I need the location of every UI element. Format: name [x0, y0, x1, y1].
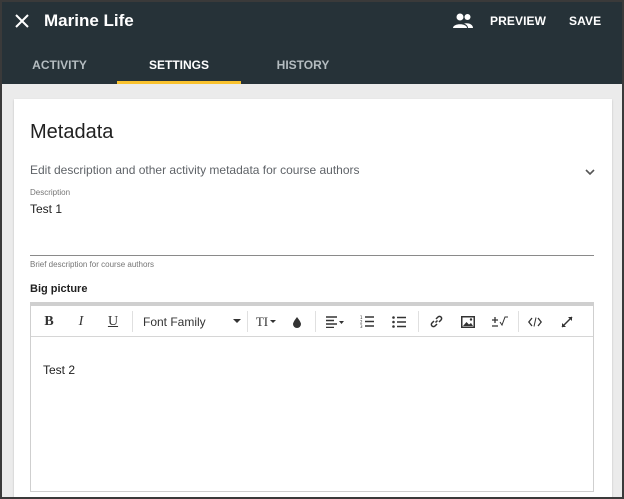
- fullscreen-icon: [561, 316, 573, 327]
- toolbar-divider: [418, 311, 419, 332]
- svg-text:3: 3: [360, 324, 363, 328]
- underline-button[interactable]: U: [101, 306, 125, 337]
- editor-toolbar: B I U Font Family TI 1 2 3: [31, 306, 593, 337]
- chevron-down-icon: [270, 320, 277, 323]
- rich-text-editor: B I U Font Family TI 1 2 3 Test 2: [30, 302, 594, 492]
- align-icon: [326, 315, 344, 328]
- equation-button[interactable]: [487, 306, 513, 337]
- code-icon: [528, 316, 542, 327]
- text-color-button[interactable]: [286, 306, 308, 337]
- tab-settings[interactable]: SETTINGS: [117, 46, 241, 84]
- align-button[interactable]: [321, 306, 349, 337]
- chevron-down-icon[interactable]: [583, 165, 597, 179]
- font-size-icon: TI: [255, 313, 269, 329]
- active-tab-indicator: [117, 81, 241, 84]
- description-hint: Brief description for course authors: [30, 260, 155, 269]
- metadata-card: Metadata Edit description and other acti…: [14, 99, 612, 497]
- ordered-list-icon: 123: [360, 315, 374, 328]
- page-title: Marine Life: [44, 11, 134, 30]
- toolbar-divider: [247, 311, 248, 332]
- chevron-down-icon: [233, 319, 241, 323]
- tab-bar: ACTIVITY SETTINGS HISTORY: [2, 46, 622, 84]
- ordered-list-button[interactable]: 123: [354, 306, 380, 337]
- image-icon: [461, 315, 475, 328]
- big-picture-label: Big picture: [30, 283, 88, 295]
- bold-button[interactable]: B: [37, 306, 61, 337]
- description-label: Description: [30, 188, 71, 197]
- preview-button[interactable]: PREVIEW: [490, 14, 546, 28]
- editor-content[interactable]: Test 2: [31, 337, 593, 492]
- description-value: Test 1: [30, 202, 63, 216]
- text-color-icon: [293, 316, 301, 328]
- unordered-list-button[interactable]: [386, 306, 412, 337]
- close-button[interactable]: [11, 10, 33, 32]
- description-underline: [30, 255, 594, 256]
- close-icon: [15, 14, 29, 28]
- tab-activity[interactable]: ACTIVITY: [2, 46, 117, 84]
- tab-history[interactable]: HISTORY: [241, 46, 365, 84]
- app-header: Marine Life PREVIEW SAVE ACTIVITY SETTIN…: [2, 2, 622, 84]
- toolbar-divider: [315, 311, 316, 332]
- toolbar-divider: [132, 311, 133, 332]
- toolbar-divider: [518, 311, 519, 332]
- section-title: Metadata: [30, 121, 114, 143]
- font-family-value: Font Family: [143, 314, 206, 329]
- italic-button[interactable]: I: [69, 306, 93, 337]
- font-family-select[interactable]: Font Family: [135, 306, 245, 337]
- font-size-button[interactable]: TI: [251, 306, 281, 337]
- save-button[interactable]: SAVE: [569, 14, 601, 28]
- link-button[interactable]: [423, 306, 449, 337]
- description-field[interactable]: [30, 199, 594, 257]
- section-subtitle: Edit description and other activity meta…: [30, 163, 360, 177]
- unordered-list-icon: [392, 315, 406, 328]
- app-window: Marine Life PREVIEW SAVE ACTIVITY SETTIN…: [0, 0, 624, 499]
- link-icon: [430, 315, 442, 328]
- code-button[interactable]: [522, 306, 548, 337]
- equation-icon: [492, 316, 508, 327]
- fullscreen-button[interactable]: [554, 306, 580, 337]
- image-button[interactable]: [455, 306, 481, 337]
- people-icon[interactable]: [452, 12, 474, 30]
